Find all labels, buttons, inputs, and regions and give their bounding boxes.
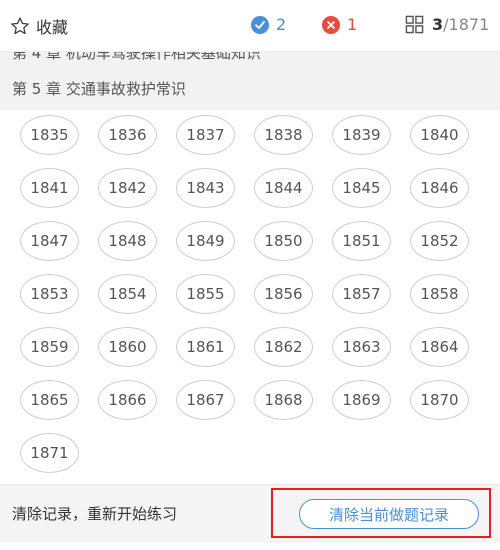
question-number-1869[interactable]: 1869: [332, 380, 391, 420]
favorite-button[interactable]: 收藏: [10, 14, 68, 38]
chapter-header[interactable]: 第 5 章 交通事故救护常识: [0, 66, 500, 110]
wrong-number: 1: [347, 15, 358, 34]
question-number-1856[interactable]: 1856: [254, 274, 313, 314]
question-number-1858[interactable]: 1858: [410, 274, 469, 314]
question-number-1867[interactable]: 1867: [176, 380, 235, 420]
question-number-1842[interactable]: 1842: [98, 168, 157, 208]
question-number-1850[interactable]: 1850: [254, 221, 313, 261]
question-number-1855[interactable]: 1855: [176, 274, 235, 314]
question-number-1836[interactable]: 1836: [98, 115, 157, 155]
wrong-count: 1: [322, 15, 357, 34]
clear-record-button[interactable]: 清除当前做题记录: [299, 499, 479, 529]
question-number-1859[interactable]: 1859: [20, 327, 79, 367]
question-number-1839[interactable]: 1839: [332, 115, 391, 155]
bottom-bar: 清除记录，重新开始练习 清除当前做题记录: [0, 484, 500, 543]
correct-number: 2: [276, 15, 287, 34]
current-index: 3: [432, 15, 444, 34]
progress-indicator[interactable]: 3 /1871: [405, 15, 489, 34]
question-number-1854[interactable]: 1854: [98, 274, 157, 314]
question-number-1845[interactable]: 1845: [332, 168, 391, 208]
question-number-1851[interactable]: 1851: [332, 221, 391, 261]
chapter-header-previous[interactable]: 第 4 章 机动车驾驶操作相关基础知识: [0, 52, 500, 66]
question-number-1837[interactable]: 1837: [176, 115, 235, 155]
question-number-1861[interactable]: 1861: [176, 327, 235, 367]
question-number-1840[interactable]: 1840: [410, 115, 469, 155]
question-number-1864[interactable]: 1864: [410, 327, 469, 367]
favorite-label: 收藏: [36, 18, 69, 37]
question-number-1847[interactable]: 1847: [20, 221, 79, 261]
highlight-frame: 清除当前做题记录: [271, 488, 491, 538]
correct-count: 2: [251, 15, 286, 34]
clear-record-label: 清除记录，重新开始练习: [12, 505, 178, 523]
question-number-1852[interactable]: 1852: [410, 221, 469, 261]
question-number-1860[interactable]: 1860: [98, 327, 157, 367]
question-number-1849[interactable]: 1849: [176, 221, 235, 261]
question-number-1868[interactable]: 1868: [254, 380, 313, 420]
question-number-1848[interactable]: 1848: [98, 221, 157, 261]
question-number-1844[interactable]: 1844: [254, 168, 313, 208]
total-count: /1871: [443, 15, 490, 34]
question-number-1846[interactable]: 1846: [410, 168, 469, 208]
chapter-title-previous: 第 4 章 机动车驾驶操作相关基础知识: [12, 52, 261, 62]
question-number-1835[interactable]: 1835: [20, 115, 79, 155]
check-circle-icon: [251, 15, 269, 34]
star-outline-icon: [11, 17, 29, 35]
question-number-1838[interactable]: 1838: [254, 115, 313, 155]
question-number-1865[interactable]: 1865: [20, 380, 79, 420]
question-number-1862[interactable]: 1862: [254, 327, 313, 367]
question-number-1863[interactable]: 1863: [332, 327, 391, 367]
question-number-1857[interactable]: 1857: [332, 274, 391, 314]
top-bar: 收藏 2 1 3 /1871: [0, 0, 500, 52]
question-number-1866[interactable]: 1866: [98, 380, 157, 420]
x-circle-icon: [322, 15, 340, 34]
question-number-1871[interactable]: 1871: [20, 433, 79, 473]
grid-icon: [405, 15, 424, 34]
question-number-1870[interactable]: 1870: [410, 380, 469, 420]
question-number-1843[interactable]: 1843: [176, 168, 235, 208]
question-number-1841[interactable]: 1841: [20, 168, 79, 208]
question-number-1853[interactable]: 1853: [20, 274, 79, 314]
chapter-title: 第 5 章 交通事故救护常识: [12, 79, 186, 98]
